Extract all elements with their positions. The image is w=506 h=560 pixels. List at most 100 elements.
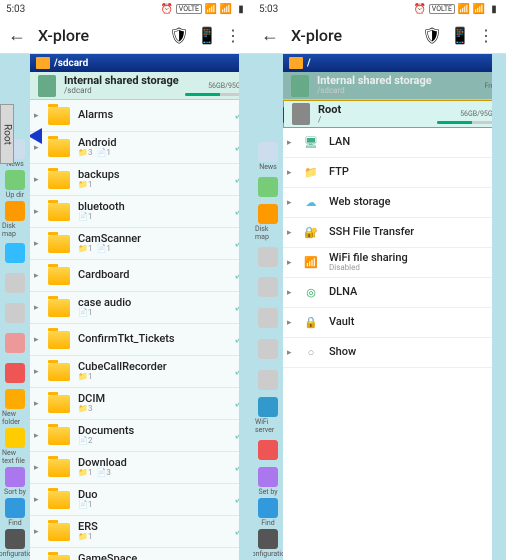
rail-item-icon[interactable] bbox=[255, 436, 281, 465]
path-bar[interactable]: /sdcard bbox=[30, 54, 253, 72]
left-rail: News Disk map WiFi server Set by Find Configu… bbox=[253, 54, 283, 560]
rail-item-icon[interactable] bbox=[2, 329, 28, 357]
folder-row[interactable]: ▸CubeCallRecorder📁1✓ bbox=[30, 356, 253, 388]
folder-row[interactable]: ▸ERS📁1✓ bbox=[30, 516, 253, 548]
folder-meta: 📄1 bbox=[78, 309, 233, 318]
back-button[interactable]: ← bbox=[261, 25, 279, 46]
storage-row[interactable]: Internal shared storage /sdcard 56GB/95G… bbox=[30, 72, 253, 100]
folder-icon bbox=[48, 267, 70, 285]
rail-item-up-dir[interactable]: Up dir bbox=[2, 170, 28, 199]
folder-row[interactable]: ▸GameSpace📁1✓ bbox=[30, 548, 253, 560]
item-row-vault[interactable]: ▸🔒Vault bbox=[283, 308, 506, 338]
expand-arrow-icon[interactable]: ▸ bbox=[34, 463, 39, 473]
expand-arrow-icon[interactable]: ▸ bbox=[34, 271, 39, 281]
expand-arrow-icon[interactable]: ▸ bbox=[34, 207, 39, 217]
rail-item-sort-by[interactable]: Sort by bbox=[2, 467, 28, 496]
folder-row[interactable]: ▸Documents📄2✓ bbox=[30, 420, 253, 452]
rail-icon bbox=[258, 467, 278, 487]
item-row-lan[interactable]: ▸🖥LAN bbox=[283, 128, 506, 158]
expand-arrow-icon[interactable]: ▸ bbox=[34, 175, 39, 185]
folder-row[interactable]: ▸Android📁3📄1✓ bbox=[30, 132, 253, 164]
rail-item-icon[interactable] bbox=[255, 243, 281, 272]
path-bar[interactable]: / bbox=[283, 54, 506, 72]
status-time: 5:03 bbox=[259, 4, 278, 15]
expand-arrow-icon[interactable]: ▸ bbox=[34, 239, 39, 249]
folder-row[interactable]: ▸Cardboard✓ bbox=[30, 260, 253, 292]
device-icon[interactable]: 📱 bbox=[197, 26, 217, 46]
rail-item-icon[interactable] bbox=[255, 273, 281, 302]
device-icon[interactable]: 📱 bbox=[450, 26, 470, 46]
expand-arrow-icon[interactable]: ▸ bbox=[287, 228, 292, 238]
root-progress bbox=[437, 121, 497, 124]
item-row-dlna[interactable]: ▸◎DLNA bbox=[283, 278, 506, 308]
rail-item-configuration[interactable]: Configuration bbox=[2, 529, 28, 558]
rail-item-find[interactable]: Find bbox=[2, 498, 28, 527]
folder-row[interactable]: ▸backups📁1✓ bbox=[30, 164, 253, 196]
file-panel-left[interactable]: /sdcard Internal shared storage /sdcard … bbox=[30, 54, 253, 560]
rail-item-new-folder[interactable]: New folder bbox=[2, 389, 28, 426]
rail-item-wifi-server[interactable]: WiFi server bbox=[255, 397, 281, 434]
folder-row[interactable]: ▸bluetooth📄1✓ bbox=[30, 196, 253, 228]
root-row[interactable]: Root / 56GB/95GB bbox=[283, 100, 506, 128]
expand-arrow-icon[interactable]: ▸ bbox=[34, 431, 39, 441]
rail-label: Find bbox=[261, 519, 274, 527]
rail-item-configuration[interactable]: Configuration bbox=[255, 529, 281, 558]
expand-arrow-icon[interactable]: ▸ bbox=[34, 111, 39, 121]
folder-row[interactable]: ▸ConfirmTkt_Tickets✓ bbox=[30, 324, 253, 356]
rail-item-icon[interactable] bbox=[255, 173, 281, 202]
expand-arrow-icon[interactable]: ▸ bbox=[34, 303, 39, 313]
alarm-icon: ⏰ bbox=[414, 3, 426, 15]
storage-row-internal[interactable]: Internal shared storage /sdcard Free bbox=[283, 72, 506, 100]
rail-item-icon[interactable] bbox=[255, 366, 281, 395]
item-icon: 📶 bbox=[301, 253, 321, 273]
rail-item-find[interactable]: Find bbox=[255, 498, 281, 527]
expand-arrow-icon[interactable]: ▸ bbox=[34, 367, 39, 377]
item-row-ssh-file-transfer[interactable]: ▸🔐SSH File Transfer bbox=[283, 218, 506, 248]
rail-item-new-text-file[interactable]: New text file bbox=[2, 428, 28, 465]
expand-arrow-icon[interactable]: ▸ bbox=[287, 318, 292, 328]
folder-row[interactable]: ▸Alarms✓ bbox=[30, 100, 253, 132]
folder-row[interactable]: ▸Duo📄1✓ bbox=[30, 484, 253, 516]
root-tab[interactable]: Root bbox=[0, 104, 14, 164]
item-row-wifi-file-sharing[interactable]: ▸📶WiFi file sharingDisabled bbox=[283, 248, 506, 278]
expand-arrow-icon[interactable]: ▸ bbox=[287, 288, 292, 298]
rail-item-icon[interactable] bbox=[2, 359, 28, 387]
rail-icon bbox=[5, 333, 25, 353]
expand-arrow-icon[interactable]: ▸ bbox=[34, 335, 39, 345]
folder-row[interactable]: ▸DCIM📁3✓ bbox=[30, 388, 253, 420]
back-button[interactable]: ← bbox=[8, 25, 26, 46]
rail-item-icon[interactable] bbox=[255, 304, 281, 333]
rail-item-disk-map[interactable]: Disk map bbox=[2, 201, 28, 238]
item-row-ftp[interactable]: ▸📁FTP bbox=[283, 158, 506, 188]
shield-icon[interactable]: 🛡 bbox=[169, 26, 189, 46]
rail-label: Find bbox=[8, 519, 21, 527]
folder-row[interactable]: ▸Download📁1📄3✓ bbox=[30, 452, 253, 484]
rail-item-news[interactable]: News bbox=[255, 142, 281, 171]
menu-button[interactable]: ⋮ bbox=[221, 26, 245, 45]
folder-row[interactable]: ▸CamScanner📁1📄1✓ bbox=[30, 228, 253, 260]
expand-arrow-icon[interactable]: ▸ bbox=[287, 168, 292, 178]
rail-item-icon[interactable] bbox=[2, 270, 28, 298]
expand-arrow-icon[interactable]: ▸ bbox=[34, 527, 39, 537]
expand-arrow-icon[interactable]: ▸ bbox=[34, 399, 39, 409]
expand-arrow-icon[interactable]: ▸ bbox=[287, 138, 292, 148]
expand-arrow-icon[interactable]: ▸ bbox=[287, 348, 292, 358]
expand-arrow-icon[interactable]: ▸ bbox=[287, 198, 292, 208]
app-title: X-plore bbox=[38, 26, 165, 45]
rail-item-disk-map[interactable]: Disk map bbox=[255, 204, 281, 241]
expand-arrow-icon[interactable]: ▸ bbox=[287, 258, 292, 268]
menu-button[interactable]: ⋮ bbox=[474, 26, 498, 45]
root-name: Root bbox=[318, 104, 460, 116]
expand-arrow-icon[interactable]: ▸ bbox=[34, 143, 39, 153]
rail-item-set-by[interactable]: Set by bbox=[255, 467, 281, 496]
expand-arrow-icon[interactable]: ▸ bbox=[34, 495, 39, 505]
rail-item-icon[interactable] bbox=[2, 240, 28, 268]
shield-icon[interactable]: 🛡 bbox=[422, 26, 442, 46]
item-row-web-storage[interactable]: ▸☁Web storage bbox=[283, 188, 506, 218]
rail-label: Sort by bbox=[4, 488, 26, 496]
file-panel-right[interactable]: / Internal shared storage /sdcard Free R… bbox=[283, 54, 506, 560]
rail-item-icon[interactable] bbox=[2, 299, 28, 327]
item-row-show[interactable]: ▸○Show bbox=[283, 338, 506, 368]
rail-item-icon[interactable] bbox=[255, 335, 281, 364]
folder-row[interactable]: ▸case audio📄1✓ bbox=[30, 292, 253, 324]
